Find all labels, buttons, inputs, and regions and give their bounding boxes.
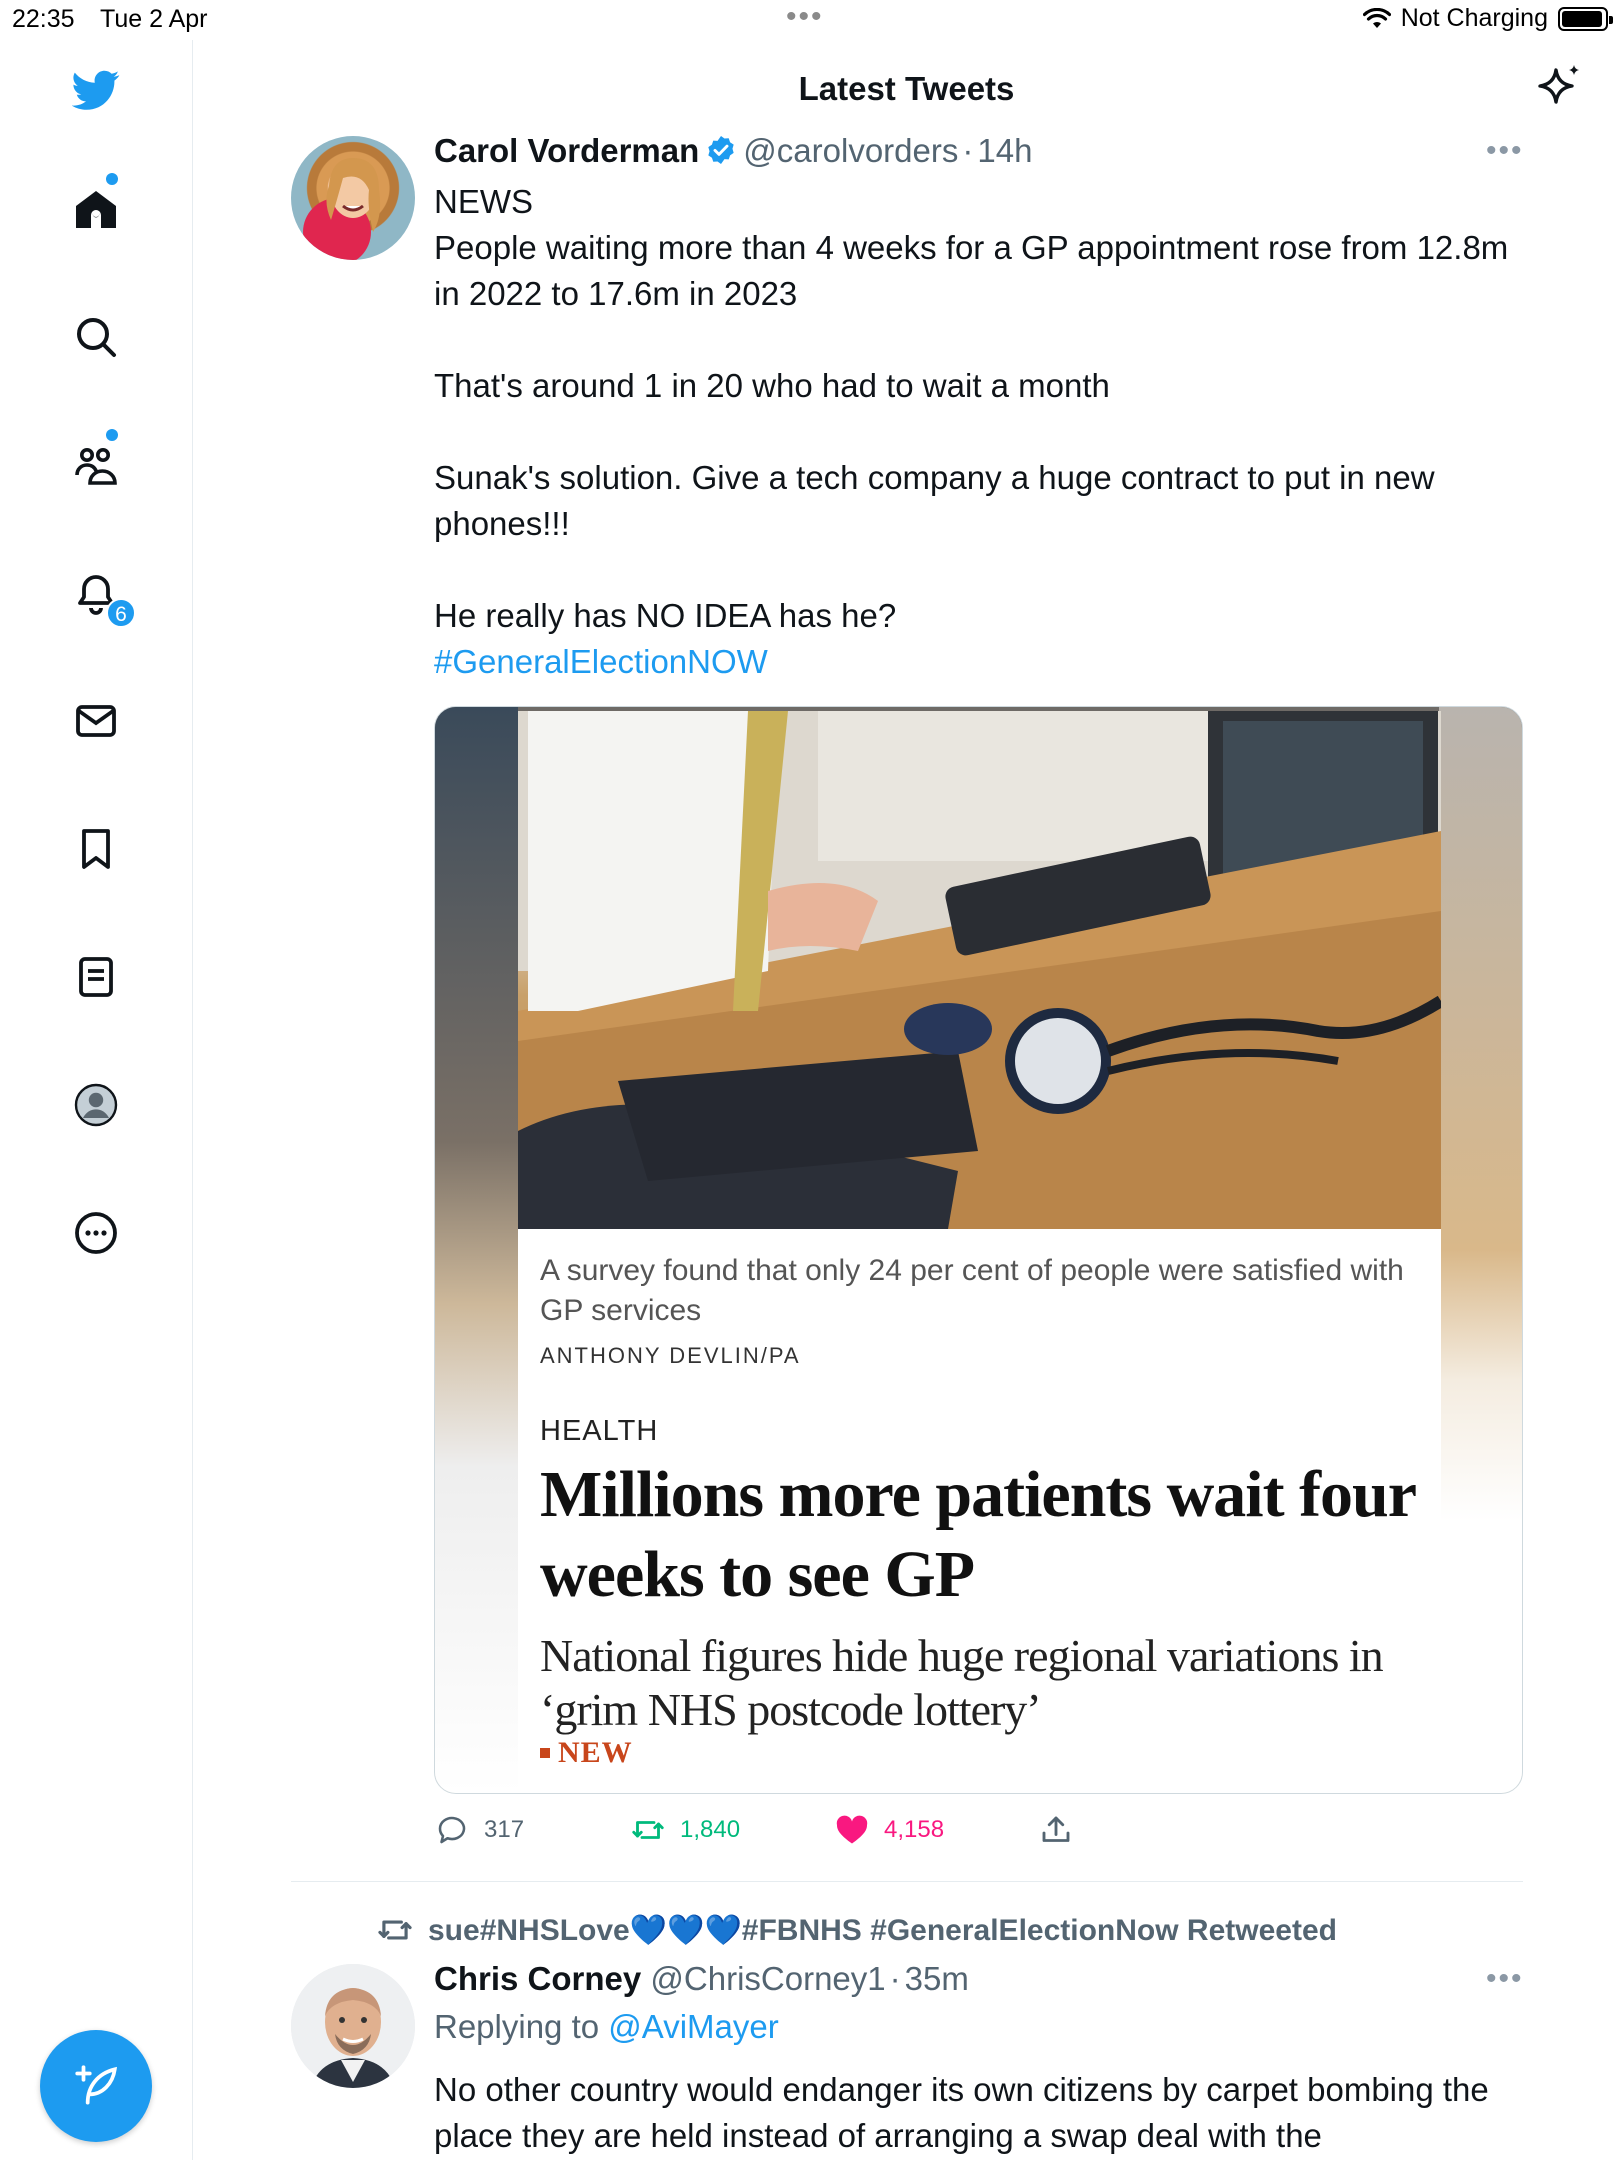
mail-icon [76,705,116,737]
replying-to: Replying to @AviMayer [434,2008,779,2046]
article-photo [518,711,1441,1229]
hashtag-link[interactable]: #GeneralElectionNOW [434,639,1514,685]
replying-to-handle[interactable]: @AviMayer [608,2008,778,2045]
status-time: 22:35 [12,5,75,33]
new-tag-label: NEW [558,1736,633,1769]
tweet-text-line: No other country would endanger its own … [434,2071,1489,2154]
sidebar-item-bookmarks[interactable] [70,823,122,875]
sidebar-item-profile[interactable] [70,1079,122,1131]
tweet-text: NEWS People waiting more than 4 weeks fo… [434,179,1514,685]
tweet-more-icon[interactable]: ••• [1486,1962,1524,1996]
retweet-button[interactable]: 1,840 [630,1812,740,1848]
communities-notification-dot [106,429,118,441]
tweet-text: No other country would endanger its own … [434,2067,1494,2159]
twitter-logo-icon[interactable] [70,64,122,116]
status-bar: 22:35 Tue 2 Apr ••• Not Charging [0,0,1620,40]
author-name[interactable]: Chris Corney [434,1960,641,1997]
multitask-dots[interactable]: ••• [786,0,824,34]
retweet-count: 1,840 [680,1816,741,1843]
tweet-time[interactable]: 14h [977,132,1032,169]
tweet-text-line: Sunak's solution. Give a tech company a … [434,459,1435,542]
tweet-time[interactable]: 35m [905,1960,969,1997]
battery-icon [1558,6,1613,31]
reply-icon [438,1816,466,1844]
avatar[interactable] [291,1964,415,2088]
avatar[interactable] [291,136,415,260]
compose-tweet-button[interactable] [40,2030,152,2142]
photo-credit: ANTHONY DEVLIN/PA [540,1343,801,1368]
retweet-icon [632,1821,664,1839]
tweet-more-icon[interactable]: ••• [1486,134,1524,168]
more-circle-icon [75,1212,117,1254]
page-title: Latest Tweets [798,70,1015,107]
search-icon [77,318,116,357]
like-button[interactable]: 4,158 [834,1812,944,1848]
notifications-badge: 6 [106,598,136,628]
share-icon [1042,1816,1070,1842]
communities-icon [75,448,117,485]
tweet-header: Chris Corney @ChrisCorney1 · 35m [434,1960,969,1998]
new-tag: NEW [540,1736,633,1770]
reply-button[interactable]: 317 [434,1812,524,1848]
tweet-text-line: NEWS [434,183,533,220]
replying-to-prefix: Replying to [434,2008,600,2045]
sidebar-item-more[interactable] [70,1207,122,1259]
tweet-text-line: People waiting more than 4 weeks for a G… [434,229,1509,312]
retweeted-by-text[interactable]: sue#NHSLove💙💙💙#FBNHS #GeneralElectionNow… [428,1913,1337,1948]
sidebar-item-explore[interactable] [70,311,122,363]
home-notification-dot [106,173,118,185]
new-tag-square [540,1748,550,1758]
author-handle[interactable]: @ChrisCorney1 [650,1960,885,1997]
article-preview: A survey found that only 24 per cent of … [518,1229,1441,1793]
tweet-actions: 317 1,840 4,158 [434,1812,1523,1852]
tweet-divider [291,1881,1523,1882]
status-right: Not Charging [1362,4,1613,33]
wifi-icon [1362,7,1391,28]
separator-dot: · [962,132,974,169]
share-button[interactable] [1038,1812,1074,1848]
charging-status: Not Charging [1400,4,1548,32]
like-count: 4,158 [884,1816,945,1843]
author-handle[interactable]: @carolvorders [743,132,958,169]
photo-caption: A survey found that only 24 per cent of … [540,1254,1404,1327]
retweet-small-icon [378,1920,412,1940]
separator-dot: · [889,1960,901,1997]
verified-badge-icon [708,136,734,164]
reply-count: 317 [484,1816,525,1843]
list-icon [79,957,113,997]
tweet-text-line: He really has NO IDEA has he? [434,597,897,634]
tweet-header: Carol Vorderman @carolvorders · 14h [434,132,1032,170]
home-icon [76,191,116,228]
profile-icon [74,1083,118,1127]
author-name[interactable]: Carol Vorderman [434,132,699,169]
heart-icon [836,1815,868,1844]
article-subhead: National figures hide huge regional vari… [540,1630,1384,1735]
sidebar: 6 [0,40,193,2160]
sidebar-item-home[interactable] [70,184,122,236]
sparkle-icon[interactable] [1536,62,1584,110]
tweet-media-image[interactable]: A survey found that only 24 per cent of … [434,706,1523,1794]
article-section: HEALTH [540,1415,659,1447]
tweet-text-line: That's around 1 in 20 who had to wait a … [434,367,1110,404]
status-date: Tue 2 Apr [100,5,208,33]
compose-feather-icon [75,2065,118,2105]
sidebar-item-communities[interactable] [70,439,122,491]
article-headline: Millions more patients wait four weeks t… [540,1458,1416,1611]
bookmark-icon [82,829,110,869]
sidebar-item-lists[interactable] [70,951,122,1003]
sidebar-item-messages[interactable] [70,695,122,747]
retweeted-by: sue#NHSLove💙💙💙#FBNHS #GeneralElectionNow… [376,1911,1337,1949]
